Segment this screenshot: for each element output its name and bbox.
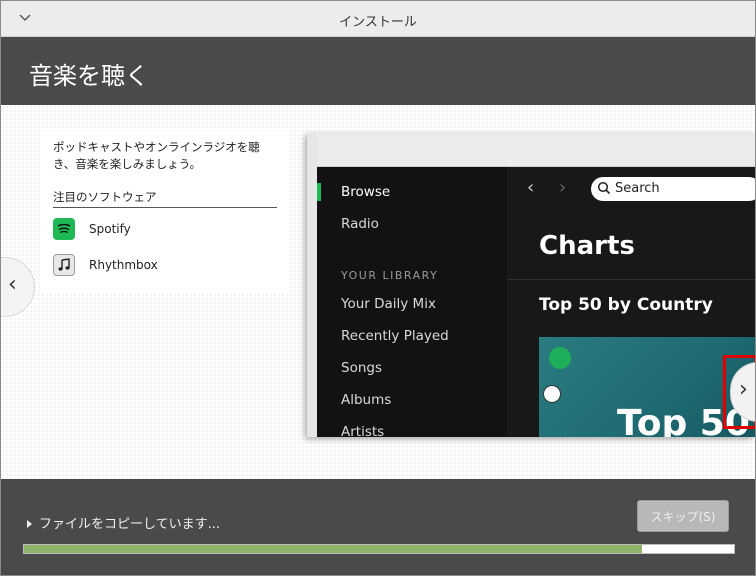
sidebar-item-songs: Songs: [341, 360, 382, 376]
sidebar-item-recently-played: Recently Played: [341, 328, 449, 344]
slide-description: ポッドキャストやオンラインラジオを聴き、音楽を楽しみましょう。: [53, 140, 260, 171]
info-panel: ポッドキャストやオンラインラジオを聴き、音楽を楽しみましょう。 注目のソフトウェ…: [41, 131, 289, 293]
app-name: Spotify: [89, 222, 131, 236]
music-note-icon: [53, 254, 75, 276]
sidebar-item-albums: Albums: [341, 392, 392, 408]
screenshot-main: ‹ › Search Charts Top 50 by Country Top …: [507, 167, 755, 437]
slide-header: 音楽を聴く: [1, 37, 755, 105]
sidebar-item-browse: Browse: [341, 184, 391, 200]
progress-bar: [23, 544, 735, 554]
search-icon: [597, 181, 611, 195]
previous-slide-button[interactable]: ‹: [1, 257, 35, 317]
section-heading: Top 50 by Country: [539, 295, 713, 315]
slide-title: 音楽を聴く: [29, 62, 149, 90]
spotify-screenshot: Browse Radio YOUR LIBRARY Your Daily Mix…: [307, 133, 755, 437]
skip-button[interactable]: スキップ(S): [637, 500, 729, 532]
screenshot-sidebar: Browse Radio YOUR LIBRARY Your Daily Mix…: [317, 167, 507, 437]
search-placeholder: Search: [615, 181, 660, 196]
progress-fill: [24, 545, 642, 553]
sidebar-item-daily-mix: Your Daily Mix: [341, 296, 436, 312]
expander-triangle-icon[interactable]: [27, 520, 32, 528]
sidebar-item-radio: Radio: [341, 216, 379, 232]
window-title: インストール: [339, 15, 417, 30]
charts-heading: Charts: [539, 231, 635, 261]
search-box: Search: [591, 177, 755, 201]
installer-window: インストール 音楽を聴く ポッドキャストやオンラインラジオを聴き、音楽を楽しみま…: [0, 0, 756, 576]
divider: [507, 279, 755, 280]
status-text: ファイルをコピーしています...: [39, 517, 221, 532]
spotify-logo-icon: [549, 347, 571, 369]
titlebar: インストール: [1, 1, 755, 37]
library-heading: YOUR LIBRARY: [341, 269, 439, 282]
featured-software-label: 注目のソフトウェア: [53, 190, 157, 204]
status-line[interactable]: ファイルをコピーしています...: [27, 513, 220, 532]
back-arrow-icon: ‹: [527, 177, 535, 198]
active-indicator: [317, 183, 321, 201]
divider: [53, 207, 277, 208]
badge-icon: [543, 385, 561, 403]
next-slide-button[interactable]: ›: [723, 355, 755, 429]
chevron-left-icon: ‹: [8, 272, 17, 297]
forward-arrow-icon: ›: [559, 177, 567, 198]
sidebar-item-artists: Artists: [341, 424, 385, 437]
screenshot-titlebar: [317, 133, 755, 167]
chevron-right-icon: ›: [739, 377, 748, 402]
app-spotify: Spotify: [53, 217, 131, 241]
spotify-icon: [53, 218, 75, 240]
progress-footer: ファイルをコピーしています... スキップ(S): [1, 479, 755, 575]
next-slide-knob[interactable]: ›: [730, 362, 755, 422]
slide-content: ポッドキャストやオンラインラジオを聴き、音楽を楽しみましょう。 注目のソフトウェ…: [1, 105, 755, 479]
app-name: Rhythmbox: [89, 258, 158, 272]
app-rhythmbox: Rhythmbox: [53, 253, 158, 277]
